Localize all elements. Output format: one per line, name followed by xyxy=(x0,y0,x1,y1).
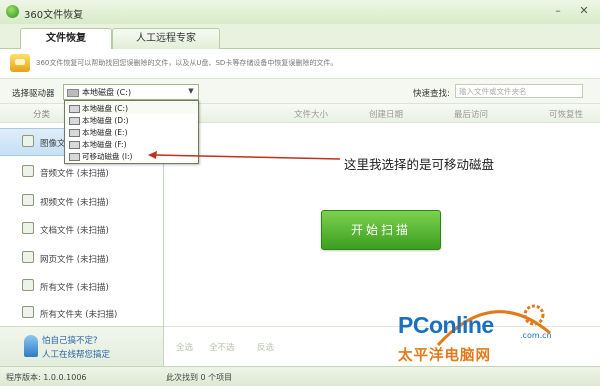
watermark-cn: 太平洋电脑网 xyxy=(398,348,491,364)
video-file-icon xyxy=(22,194,34,206)
drive-icon xyxy=(69,105,80,113)
drive-option-label: 本地磁盘 (D:) xyxy=(82,116,129,125)
support-person-icon xyxy=(24,335,38,357)
watermark-brand: PConline xyxy=(398,312,494,339)
watermark-brand-pc: PC xyxy=(398,312,429,338)
sidebar-item-label: 文档文件 (未扫描) xyxy=(40,226,109,236)
help-panel[interactable]: 怕自己搞不定? 人工在线帮您搞定 xyxy=(0,326,163,367)
sidebar-item-label: 视频文件 (未扫描) xyxy=(40,198,109,208)
drive-select-label: 选择驱动器 xyxy=(12,89,55,99)
help-title[interactable]: 怕自己搞不定? xyxy=(42,334,98,346)
close-button[interactable]: ✕ xyxy=(576,3,592,18)
image-file-icon xyxy=(22,135,34,147)
sidebar-header-label: 分类 xyxy=(33,110,51,120)
drive-option-label: 可移动磁盘 (I:) xyxy=(82,152,133,161)
info-text: 360文件恢复可以帮助找回您误删除的文件，以及从U盘、SD卡等存储设备中恢复误删… xyxy=(36,59,338,67)
window-title: 360文件恢复 xyxy=(24,10,84,21)
sidebar-item-all-folders[interactable]: 所有文件夹 (未扫描) xyxy=(0,300,163,326)
drive-icon xyxy=(69,141,80,149)
drive-option-f[interactable]: 本地磁盘 (F:) xyxy=(66,138,197,150)
drive-icon xyxy=(69,117,80,125)
select-all-link[interactable]: 全选 xyxy=(176,341,193,353)
all-files-icon xyxy=(22,279,34,291)
drive-select-value: 本地磁盘 (C:) xyxy=(82,88,132,97)
status-found: 此次找到 0 个项目 xyxy=(166,373,233,382)
select-none-link[interactable]: 全不选 xyxy=(209,341,235,353)
watermark-domain: .com.cn xyxy=(520,331,552,340)
drive-option-label: 本地磁盘 (C:) xyxy=(82,104,128,113)
tab-remote-expert[interactable]: 人工远程专家 xyxy=(112,28,220,49)
start-scan-button[interactable]: 开始扫描 xyxy=(321,210,441,250)
annotation-text: 这里我选择的是可移动磁盘 xyxy=(344,157,495,172)
tab-file-recovery[interactable]: 文件恢复 xyxy=(20,28,112,50)
drive-icon xyxy=(69,129,80,137)
sidebar-item-all-files[interactable]: 所有文件 (未扫描) xyxy=(0,273,163,299)
drive-select[interactable]: 本地磁盘 (C:) ▼ xyxy=(63,84,199,100)
sidebar-item-web[interactable]: 网页文件 (未扫描) xyxy=(0,245,163,271)
tab-strip: 文件恢复 人工远程专家 xyxy=(0,24,600,50)
status-bar: 程序版本: 1.0.0.1006 此次找到 0 个项目 xyxy=(0,366,600,386)
sidebar-item-label: 音频文件 (未扫描) xyxy=(40,169,109,179)
quick-search-label: 快速查找: xyxy=(413,89,450,99)
drive-option-e[interactable]: 本地磁盘 (E:) xyxy=(66,126,197,138)
chevron-down-icon[interactable]: ▼ xyxy=(186,86,196,97)
column-last-access[interactable]: 最后访问 xyxy=(454,108,488,120)
removable-drive-icon xyxy=(69,153,80,161)
sidebar-item-documents[interactable]: 文档文件 (未扫描) xyxy=(0,216,163,242)
app-window: 360文件恢复 – ✕ 文件恢复 人工远程专家 360文件恢复可以帮助找回您误删… xyxy=(0,0,600,386)
drive-option-label: 本地磁盘 (F:) xyxy=(82,140,127,149)
results-column-header: 文件大小 创建日期 最后访问 可恢复性 xyxy=(164,104,600,123)
help-subtitle[interactable]: 人工在线帮您搞定 xyxy=(42,348,110,360)
web-file-icon xyxy=(22,251,34,263)
audio-file-icon xyxy=(22,165,34,177)
app-logo-icon xyxy=(6,5,19,18)
minimize-button[interactable]: – xyxy=(550,3,566,18)
drive-option-d[interactable]: 本地磁盘 (D:) xyxy=(66,114,197,126)
sidebar-item-label: 所有文件 (未扫描) xyxy=(40,283,109,293)
sidebar-item-label: 网页文件 (未扫描) xyxy=(40,255,109,265)
drive-icon xyxy=(67,89,79,97)
annotation-arrow-icon xyxy=(148,151,341,160)
recovery-info-icon xyxy=(10,54,30,72)
title-bar: 360文件恢复 – ✕ xyxy=(0,0,600,25)
document-file-icon xyxy=(22,222,34,234)
drive-option-c[interactable]: 本地磁盘 (C:) xyxy=(66,102,197,114)
status-version: 程序版本: 1.0.0.1006 xyxy=(6,373,87,382)
invert-selection-link[interactable]: 反选 xyxy=(257,341,274,353)
quick-search-input[interactable]: 输入文件或文件夹名 xyxy=(455,84,583,98)
folder-icon xyxy=(22,306,34,318)
column-file-size[interactable]: 文件大小 xyxy=(294,108,328,120)
column-recoverability[interactable]: 可恢复性 xyxy=(549,108,583,120)
watermark-brand-online: online xyxy=(428,312,494,338)
drive-option-label: 本地磁盘 (E:) xyxy=(82,128,128,137)
column-created-date[interactable]: 创建日期 xyxy=(369,108,403,120)
sidebar-item-label: 所有文件夹 (未扫描) xyxy=(40,310,118,320)
sidebar-item-video[interactable]: 视频文件 (未扫描) xyxy=(0,188,163,214)
info-bar: 360文件恢复可以帮助找回您误删除的文件，以及从U盘、SD卡等存储设备中恢复误删… xyxy=(0,49,600,79)
